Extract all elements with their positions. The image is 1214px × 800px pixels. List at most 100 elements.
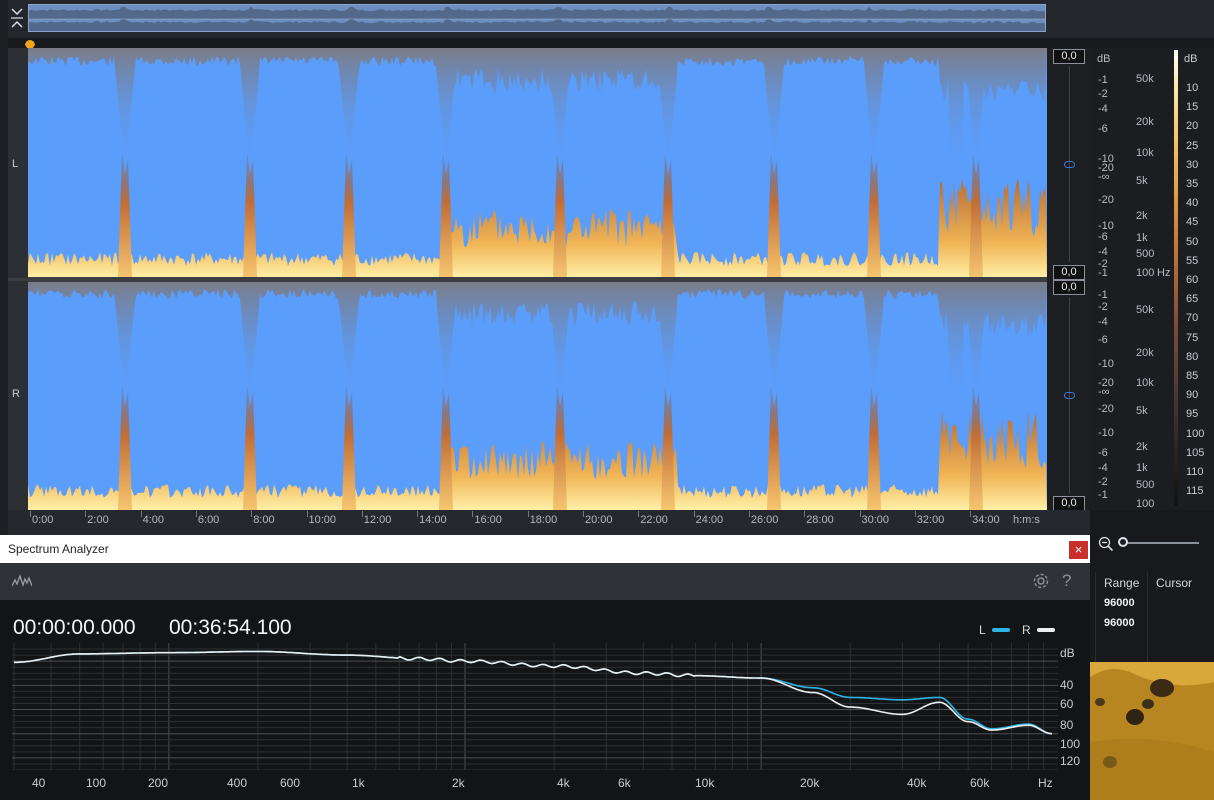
hz-scale-label: 2k bbox=[1136, 441, 1148, 453]
legend-swatch-right[interactable] bbox=[1037, 628, 1055, 632]
time-ruler-label: 22:00 bbox=[640, 514, 668, 526]
spectrum-graph[interactable] bbox=[12, 643, 1058, 770]
hz-scale-label: 100 bbox=[1136, 267, 1155, 279]
range-value: 96000 bbox=[1104, 597, 1135, 609]
hz-scale-label: 1k bbox=[1136, 232, 1148, 244]
time-ruler-tick bbox=[804, 511, 806, 517]
zoom-slider-handle[interactable] bbox=[1118, 537, 1128, 547]
time-ruler-label: 28:00 bbox=[806, 514, 834, 526]
background-image-thumbnail bbox=[1090, 662, 1214, 800]
hz-scale-label: 2k bbox=[1136, 210, 1148, 222]
spectrum-hz-label: 400 bbox=[227, 776, 248, 790]
channel-label-right: R bbox=[12, 388, 20, 400]
legend-label-left: L bbox=[979, 623, 986, 637]
db-scale-label: -10 bbox=[1098, 358, 1114, 370]
waveform-overview[interactable] bbox=[28, 4, 1046, 32]
time-ruler-tick bbox=[85, 511, 87, 517]
db-scale-label: -1 bbox=[1098, 289, 1108, 301]
spectrum-hz-label: 1k bbox=[352, 776, 365, 790]
spectrum-analyzer-title: Spectrum Analyzer bbox=[8, 542, 109, 556]
db-scale-label: -2 bbox=[1098, 88, 1108, 100]
colorbar-label: 85 bbox=[1186, 370, 1199, 382]
time-ruler-label: 14:00 bbox=[419, 514, 447, 526]
spectrum-db-unit: dB bbox=[1060, 646, 1075, 660]
db-scale-label: -6 bbox=[1098, 447, 1108, 459]
intensity-colorbar bbox=[1174, 50, 1178, 506]
colorbar-label: 55 bbox=[1186, 254, 1199, 267]
panel-divider bbox=[1147, 572, 1148, 662]
time-ruler-label: 8:00 bbox=[253, 514, 275, 526]
spectrum-db-label: 120 bbox=[1060, 754, 1081, 768]
db-scale-label: -1 bbox=[1098, 74, 1108, 86]
hz-scale-label: 5k bbox=[1136, 175, 1148, 187]
collapse-chevrons-icon[interactable] bbox=[9, 5, 25, 31]
amplitude-value-bottom-right: 0,0 bbox=[1053, 496, 1085, 511]
hz-scale-label: 500 bbox=[1136, 248, 1155, 260]
colorbar-label: 60 bbox=[1186, 274, 1199, 286]
time-ruler-tick bbox=[914, 511, 916, 517]
time-ruler-label: 10:00 bbox=[308, 514, 337, 526]
hz-scale-label: 20k bbox=[1136, 116, 1154, 128]
spectrum-db-label: 40 bbox=[1060, 678, 1074, 692]
colorbar-label: 10 bbox=[1186, 82, 1199, 94]
time-ruler-label: 6:00 bbox=[197, 514, 220, 526]
hz-scale-label: 100 bbox=[1136, 498, 1155, 510]
hz-scale-label: 500 bbox=[1136, 479, 1155, 491]
amplitude-value-top-right: 0,0 bbox=[1053, 280, 1085, 295]
close-button[interactable]: × bbox=[1069, 541, 1088, 559]
legend-swatch-left[interactable] bbox=[992, 628, 1010, 632]
time-unit-label: h:m:s bbox=[1013, 514, 1040, 526]
selection-start-time: 00:00:00.000 bbox=[13, 616, 136, 639]
db-unit-label: dB bbox=[1097, 53, 1111, 65]
colorbar-label: 95 bbox=[1186, 408, 1199, 421]
time-ruler-tick bbox=[140, 511, 142, 517]
spectrum-analyzer-toolbar bbox=[0, 563, 1090, 600]
colorbar-label: 75 bbox=[1186, 331, 1199, 344]
colorbar-label: 25 bbox=[1186, 139, 1199, 152]
channel-label-left: L bbox=[12, 158, 19, 170]
zoom-slider-track[interactable] bbox=[1124, 542, 1199, 544]
spectrum-hz-label: 600 bbox=[280, 776, 301, 790]
hz-scale-label: 50k bbox=[1136, 304, 1154, 316]
time-ruler-tick bbox=[472, 511, 474, 517]
db-scale-label: -2 bbox=[1098, 476, 1108, 488]
spectrum-hz-label: Hz bbox=[1038, 776, 1053, 790]
left-edge-strip bbox=[0, 0, 8, 535]
time-ruler-tick bbox=[583, 511, 584, 517]
time-ruler-label: 20:00 bbox=[585, 514, 613, 526]
time-ruler-tick bbox=[30, 511, 31, 517]
time-ruler-tick bbox=[195, 511, 197, 517]
range-value: 96000 bbox=[1104, 617, 1135, 629]
time-ruler-label: 0:00 bbox=[32, 514, 54, 526]
db-scale-label: -6 bbox=[1098, 231, 1108, 243]
waveform-icon[interactable] bbox=[11, 574, 33, 588]
gain-slider-handle-left[interactable] bbox=[1064, 161, 1075, 168]
time-ruler-tick bbox=[638, 511, 640, 517]
db-scale-label: -4 bbox=[1098, 316, 1108, 328]
colorbar-unit-label: dB bbox=[1184, 53, 1198, 65]
zoom-out-icon[interactable] bbox=[1098, 536, 1114, 552]
time-ruler-tick bbox=[417, 511, 419, 517]
time-ruler-tick bbox=[306, 511, 308, 517]
spectrum-db-label: 100 bbox=[1060, 737, 1081, 751]
settings-gear-icon[interactable] bbox=[1032, 572, 1050, 590]
gain-slider-handle-right[interactable] bbox=[1064, 392, 1075, 399]
db-scale-label: -1 bbox=[1098, 267, 1108, 279]
spectrum-analyzer-titlebar[interactable] bbox=[0, 535, 1090, 563]
time-ruler-label: 34:00 bbox=[972, 514, 1000, 526]
colorbar-label: 80 bbox=[1186, 350, 1199, 363]
colorbar-label: 65 bbox=[1186, 293, 1199, 306]
help-icon[interactable]: ? bbox=[1062, 571, 1076, 591]
panel-divider bbox=[1095, 572, 1096, 662]
db-scale-label: -1 bbox=[1098, 489, 1108, 501]
colorbar-label: 30 bbox=[1186, 158, 1199, 171]
time-ruler-label: 4:00 bbox=[142, 514, 165, 526]
hz-scale-label: 20k bbox=[1136, 347, 1154, 359]
db-scale-label: -20 bbox=[1098, 403, 1114, 415]
spectrum-db-label: 60 bbox=[1060, 697, 1074, 711]
db-scale-label: -6 bbox=[1098, 123, 1108, 135]
spectrum-db-label: 80 bbox=[1060, 718, 1074, 732]
hz-unit-label: Hz bbox=[1157, 267, 1171, 279]
hz-scale-label: 1k bbox=[1136, 462, 1148, 474]
spectrum-hz-label: 10k bbox=[695, 776, 715, 790]
